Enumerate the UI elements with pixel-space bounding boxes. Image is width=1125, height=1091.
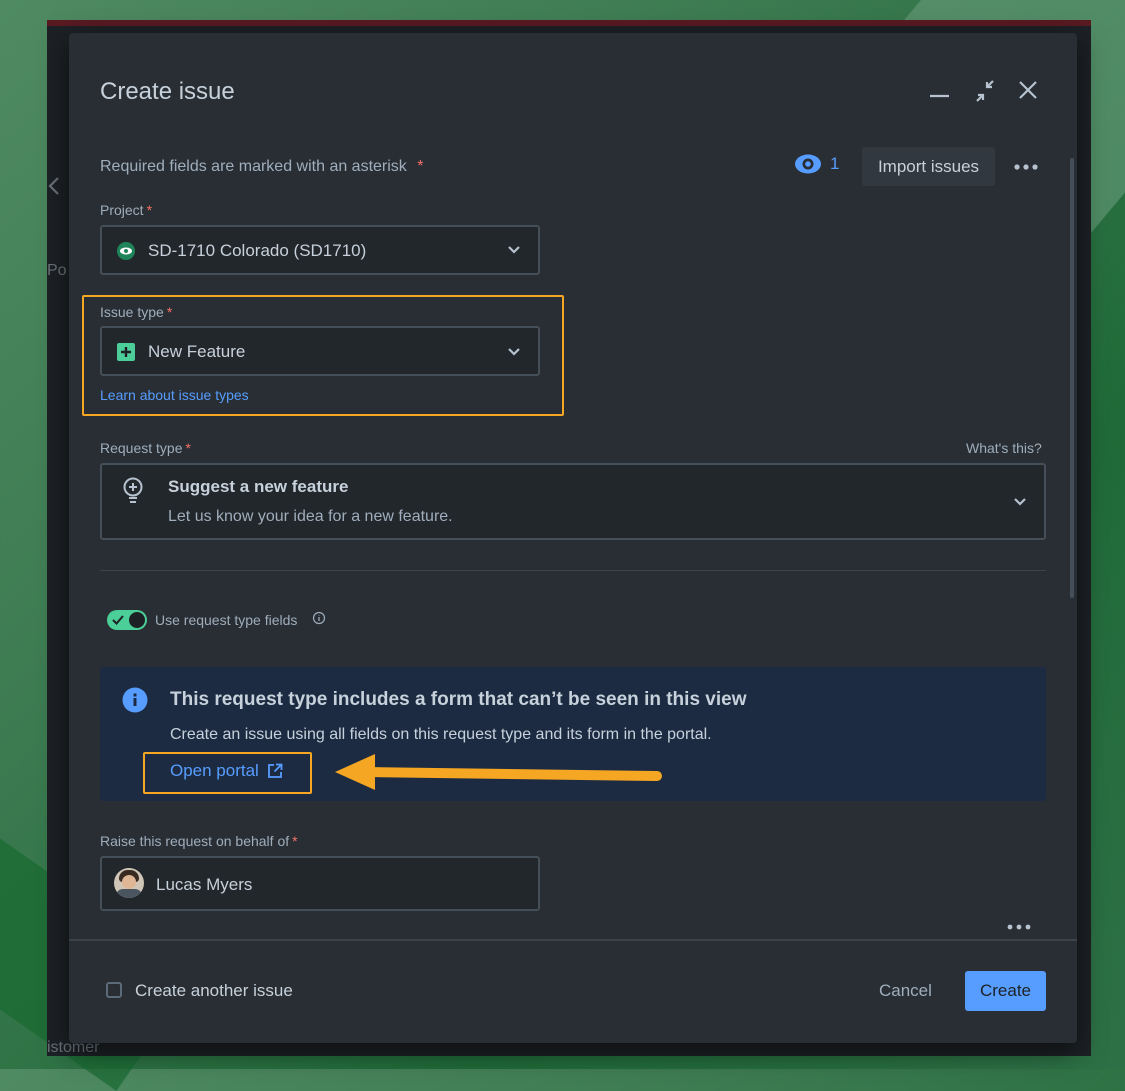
chevron-down-icon [508, 246, 520, 254]
more-icon[interactable] [1013, 160, 1039, 174]
info-icon [122, 687, 148, 713]
request-type-label-text: Request type [100, 440, 183, 456]
back-chevron-icon [48, 177, 59, 195]
import-issues-button[interactable]: Import issues [862, 147, 995, 186]
project-avatar-icon [117, 242, 135, 260]
project-value: SD-1710 Colorado (SD1710) [148, 241, 367, 260]
required-notice-text: Required fields are marked with an aster… [100, 158, 407, 175]
chevron-down-icon [1014, 498, 1026, 506]
check-icon [112, 615, 124, 625]
minimize-icon[interactable] [928, 85, 952, 101]
request-type-description: Let us know your idea for a new feature. [168, 508, 453, 525]
info-title: This request type includes a form that c… [170, 689, 747, 710]
project-label: Project * [100, 202, 152, 218]
required-asterisk: * [417, 158, 424, 175]
background-label: Po [47, 262, 67, 279]
collapse-icon[interactable] [972, 78, 998, 104]
footer-divider [69, 939, 1077, 941]
behalf-label-text: Raise this request on behalf of [100, 833, 290, 849]
divider [100, 570, 1046, 571]
request-type-select[interactable]: Suggest a new feature Let us know your i… [100, 463, 1046, 540]
create-issue-dialog: Create issue Required fields are marked … [69, 33, 1077, 1043]
info-small-icon[interactable] [312, 611, 326, 625]
project-select[interactable]: SD-1710 Colorado (SD1710) [100, 225, 540, 275]
required-notice: Required fields are marked with an aster… [100, 158, 424, 176]
close-icon[interactable] [1017, 79, 1039, 101]
annotation-arrow-icon [335, 754, 662, 790]
request-type-title: Suggest a new feature [168, 477, 349, 496]
required-asterisk: * [146, 202, 153, 218]
more-icon[interactable] [1006, 920, 1032, 934]
toggle-label: Use request type fields [155, 612, 298, 628]
annotation-highlight-box [82, 295, 564, 416]
behalf-select[interactable]: Lucas Myers [100, 856, 540, 911]
dialog-title: Create issue [100, 78, 235, 105]
create-another-checkbox[interactable] [106, 982, 122, 998]
info-body: Create an issue using all fields on this… [170, 726, 712, 743]
toggle-knob [129, 612, 145, 628]
required-asterisk: * [185, 440, 191, 456]
use-request-type-fields-toggle[interactable] [107, 610, 147, 630]
whats-this-link[interactable]: What's this? [966, 440, 1042, 456]
required-asterisk: * [292, 833, 298, 849]
project-label-text: Project [100, 202, 144, 218]
watchers-button[interactable]: 1 [794, 153, 839, 175]
behalf-value: Lucas Myers [156, 875, 253, 894]
create-button[interactable]: Create [965, 971, 1046, 1011]
behalf-label: Raise this request on behalf of * [100, 833, 298, 849]
lightbulb-icon [123, 477, 143, 503]
avatar [114, 868, 144, 898]
watch-count: 1 [830, 154, 840, 173]
create-another-label: Create another issue [135, 981, 293, 1000]
eye-icon [795, 154, 821, 174]
cancel-button[interactable]: Cancel [879, 981, 932, 1001]
request-type-label: Request type * [100, 440, 191, 456]
scrollbar[interactable] [1070, 158, 1074, 598]
annotation-highlight-box [143, 752, 312, 794]
